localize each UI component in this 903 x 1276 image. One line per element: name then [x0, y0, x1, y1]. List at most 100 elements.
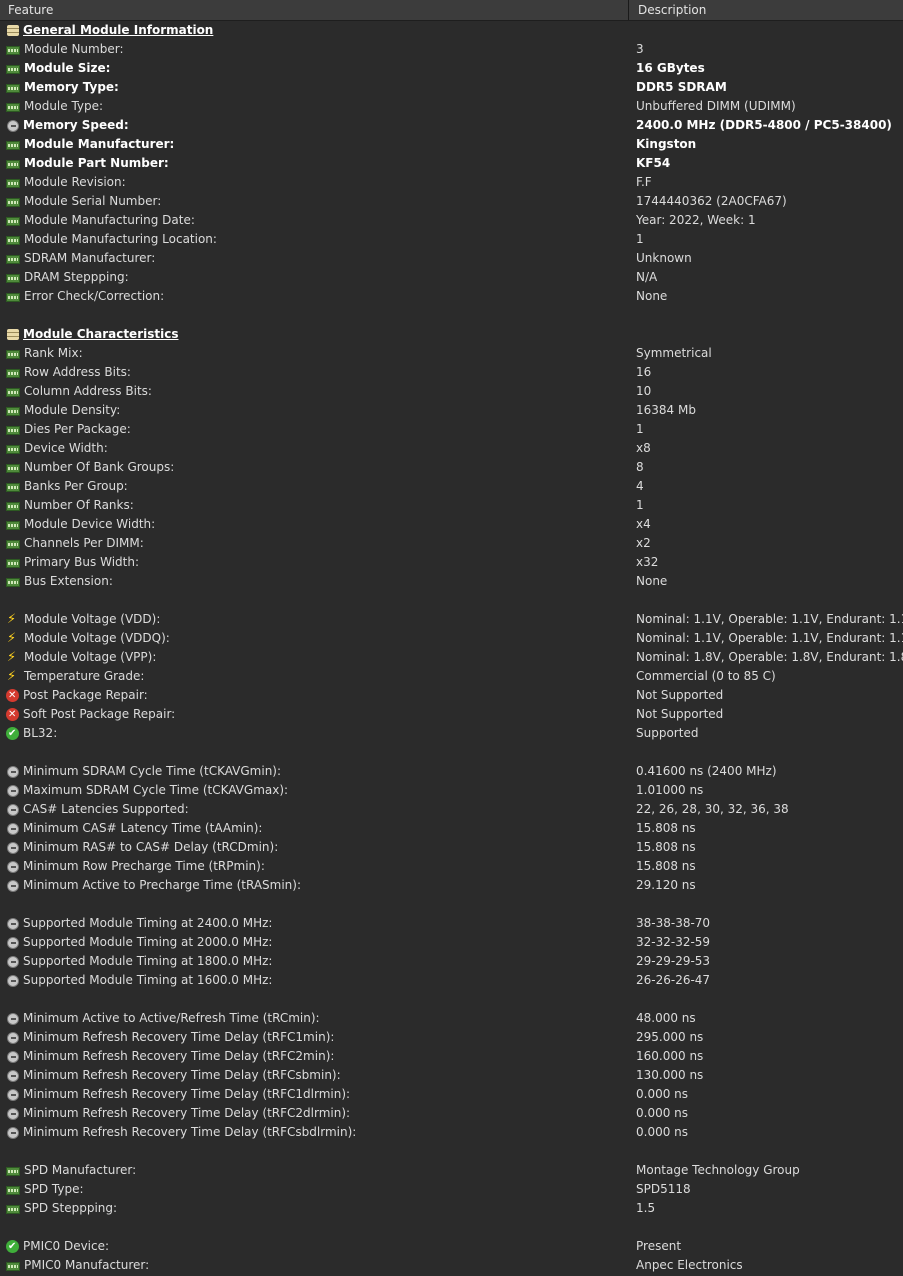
- table-row[interactable]: Memory Type: DDR5 SDRAM: [0, 78, 903, 97]
- feature-cell: Number Of Ranks:: [0, 496, 636, 515]
- description-cell: 160.000 ns: [636, 1049, 704, 1063]
- table-row[interactable]: Soft Post Package Repair: Not Supported: [0, 705, 903, 724]
- description-cell: 0.41600 ns (2400 MHz): [636, 764, 777, 778]
- table-row[interactable]: Minimum CAS# Latency Time (tAAmin): 15.80…: [0, 819, 903, 838]
- table-row[interactable]: Module Voltage (VDDQ): Nominal: 1.1V, Ope…: [0, 629, 903, 648]
- feature-label: Minimum Active to Active/Refresh Time (t…: [23, 1011, 320, 1025]
- feature-cell: Minimum Refresh Recovery Time Delay (tRF…: [0, 1123, 636, 1142]
- feature-cell: Dies Per Package:: [0, 420, 636, 439]
- table-row[interactable]: Module Manufacturing Location: 1: [0, 230, 903, 249]
- table-row[interactable]: Post Package Repair: Not Supported: [0, 686, 903, 705]
- memory-module-icon: [6, 255, 20, 264]
- table-row[interactable]: Supported Module Timing at 2000.0 MHz: 32…: [0, 933, 903, 952]
- feature-label: SDRAM Manufacturer:: [24, 251, 156, 265]
- table-row[interactable]: Module Part Number: KF54: [0, 154, 903, 173]
- table-row[interactable]: Module Number: 3: [0, 40, 903, 59]
- table-row[interactable]: Memory Speed: 2400.0 MHz (DDR5-4800 / PC5…: [0, 116, 903, 135]
- description-cell: DDR5 SDRAM: [636, 80, 727, 94]
- table-row[interactable]: Banks Per Group: 4: [0, 477, 903, 496]
- table-row[interactable]: Minimum SDRAM Cycle Time (tCKAVGmin): 0.4…: [0, 762, 903, 781]
- memory-module-icon: [6, 179, 20, 188]
- table-row[interactable]: Module Density: 16384 Mb: [0, 401, 903, 420]
- table-row[interactable]: Supported Module Timing at 1600.0 MHz: 26…: [0, 971, 903, 990]
- table-row[interactable]: Module Serial Number: 1744440362 (2A0CFA6…: [0, 192, 903, 211]
- error-cross-icon: [6, 686, 19, 705]
- description-cell: 29.120 ns: [636, 878, 696, 892]
- table-row[interactable]: BL32: Supported: [0, 724, 903, 743]
- description-cell: Kingston: [636, 137, 697, 151]
- table-row[interactable]: Module Revision: F.F: [0, 173, 903, 192]
- feature-label: Device Width:: [24, 441, 108, 455]
- table-row[interactable]: SPD Manufacturer: Montage Technology Grou…: [0, 1161, 903, 1180]
- table-row[interactable]: Error Check/Correction: None: [0, 287, 903, 306]
- clock-icon: [7, 841, 19, 854]
- table-row[interactable]: Temperature Grade: Commercial (0 to 85 C): [0, 667, 903, 686]
- table-row[interactable]: Minimum Refresh Recovery Time Delay (tRF…: [0, 1104, 903, 1123]
- table-row[interactable]: SPD Steppping: 1.5: [0, 1199, 903, 1218]
- checkmark-icon: [6, 724, 19, 743]
- feature-cell: Memory Type:: [0, 78, 636, 97]
- feature-cell: Minimum SDRAM Cycle Time (tCKAVGmin):: [0, 762, 636, 781]
- table-row[interactable]: Row Address Bits: 16: [0, 363, 903, 382]
- feature-cell: SPD Type:: [0, 1180, 636, 1199]
- table-row[interactable]: Number Of Ranks: 1: [0, 496, 903, 515]
- memory-section-icon: [7, 329, 19, 340]
- table-row[interactable]: Minimum Active to Precharge Time (tRASmi…: [0, 876, 903, 895]
- feature-label: Minimum Active to Precharge Time (tRASmi…: [23, 878, 301, 892]
- feature-label: Supported Module Timing at 2400.0 MHz:: [23, 916, 273, 930]
- table-row[interactable]: Channels Per DIMM: x2: [0, 534, 903, 553]
- description-cell: Supported: [636, 726, 699, 740]
- feature-label: Module Manufacturing Location:: [24, 232, 217, 246]
- section-header-row[interactable]: General Module Information: [0, 21, 903, 40]
- table-row[interactable]: SDRAM Manufacturer: Unknown: [0, 249, 903, 268]
- memory-module-icon: [6, 369, 20, 378]
- table-row[interactable]: Bus Extension: None: [0, 572, 903, 591]
- feature-column-header[interactable]: Feature: [0, 0, 629, 20]
- feature-label: Supported Module Timing at 2000.0 MHz:: [23, 935, 273, 949]
- table-row[interactable]: Minimum Refresh Recovery Time Delay (tRF…: [0, 1066, 903, 1085]
- table-row[interactable]: Module Voltage (VPP): Nominal: 1.8V, Oper…: [0, 648, 903, 667]
- table-row[interactable]: Minimum Refresh Recovery Time Delay (tRF…: [0, 1123, 903, 1142]
- feature-cell: Minimum Refresh Recovery Time Delay (tRF…: [0, 1066, 636, 1085]
- clock-icon: [7, 784, 19, 797]
- table-row[interactable]: Rank Mix: Symmetrical: [0, 344, 903, 363]
- memory-module-icon: [6, 236, 20, 245]
- table-row[interactable]: Supported Module Timing at 1800.0 MHz: 29…: [0, 952, 903, 971]
- clock-icon: [7, 879, 19, 892]
- section-header-row[interactable]: Module Characteristics: [0, 325, 903, 344]
- table-row[interactable]: CAS# Latencies Supported: 22, 26, 28, 30,…: [0, 800, 903, 819]
- table-row[interactable]: Minimum Active to Active/Refresh Time (t…: [0, 1009, 903, 1028]
- table-row[interactable]: Module Size: 16 GBytes: [0, 59, 903, 78]
- description-column-header[interactable]: Description: [629, 0, 903, 20]
- description-cell: 1744440362 (2A0CFA67): [636, 194, 787, 208]
- table-row[interactable]: PMIC0 Device: Present: [0, 1237, 903, 1256]
- feature-label: Minimum Refresh Recovery Time Delay (tRF…: [23, 1030, 335, 1044]
- table-row[interactable]: Module Device Width: x4: [0, 515, 903, 534]
- table-row[interactable]: Maximum SDRAM Cycle Time (tCKAVGmax): 1.0…: [0, 781, 903, 800]
- table-row[interactable]: SPD Type: SPD5118: [0, 1180, 903, 1199]
- table-row[interactable]: Number Of Bank Groups: 8: [0, 458, 903, 477]
- table-row[interactable]: Module Manufacturing Date: Year: 2022, We…: [0, 211, 903, 230]
- table-row[interactable]: Module Voltage (VDD): Nominal: 1.1V, Oper…: [0, 610, 903, 629]
- table-row[interactable]: Minimum Refresh Recovery Time Delay (tRF…: [0, 1085, 903, 1104]
- table-row[interactable]: Module Type: Unbuffered DIMM (UDIMM): [0, 97, 903, 116]
- feature-label: Rank Mix:: [24, 346, 83, 360]
- table-row[interactable]: Device Width: x8: [0, 439, 903, 458]
- feature-cell: Column Address Bits:: [0, 382, 636, 401]
- table-row[interactable]: Minimum Refresh Recovery Time Delay (tRF…: [0, 1028, 903, 1047]
- table-row[interactable]: Column Address Bits: 10: [0, 382, 903, 401]
- clock-icon: [7, 1126, 19, 1139]
- table-row[interactable]: Supported Module Timing at 2400.0 MHz: 38…: [0, 914, 903, 933]
- table-row[interactable]: Minimum Refresh Recovery Time Delay (tRF…: [0, 1047, 903, 1066]
- table-row[interactable]: Dies Per Package: 1: [0, 420, 903, 439]
- table-row[interactable]: Minimum Row Precharge Time (tRPmin): 15.8…: [0, 857, 903, 876]
- table-row[interactable]: DRAM Steppping: N/A: [0, 268, 903, 287]
- table-row[interactable]: Module Manufacturer: Kingston: [0, 135, 903, 154]
- memory-module-icon: [6, 464, 20, 473]
- feature-cell: Module Device Width:: [0, 515, 636, 534]
- feature-label: PMIC0 Manufacturer:: [24, 1258, 150, 1272]
- table-row[interactable]: Minimum RAS# to CAS# Delay (tRCDmin): 15.…: [0, 838, 903, 857]
- table-row[interactable]: PMIC0 Manufacturer: Anpec Electronics: [0, 1256, 903, 1275]
- table-row[interactable]: Primary Bus Width: x32: [0, 553, 903, 572]
- feature-label: PMIC0 Device:: [23, 1239, 110, 1253]
